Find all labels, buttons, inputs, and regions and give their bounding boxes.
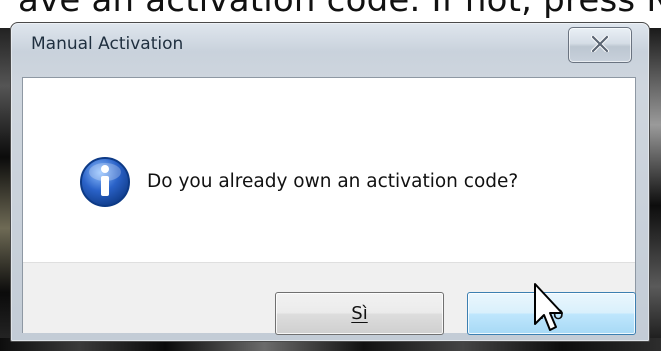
desktop-left-edge (0, 28, 10, 351)
dialog-title: Manual Activation (31, 34, 184, 54)
dialog-message: Do you already own an activation code? (147, 171, 519, 192)
info-icon (80, 157, 130, 207)
close-button[interactable] (568, 27, 632, 63)
yes-button-label: Sì (351, 303, 368, 324)
mouse-pointer-icon (534, 283, 563, 331)
close-icon (591, 36, 609, 52)
background-text: ave an activation code. If not, press No… (18, 0, 661, 20)
yes-button[interactable]: Sì (275, 292, 444, 335)
